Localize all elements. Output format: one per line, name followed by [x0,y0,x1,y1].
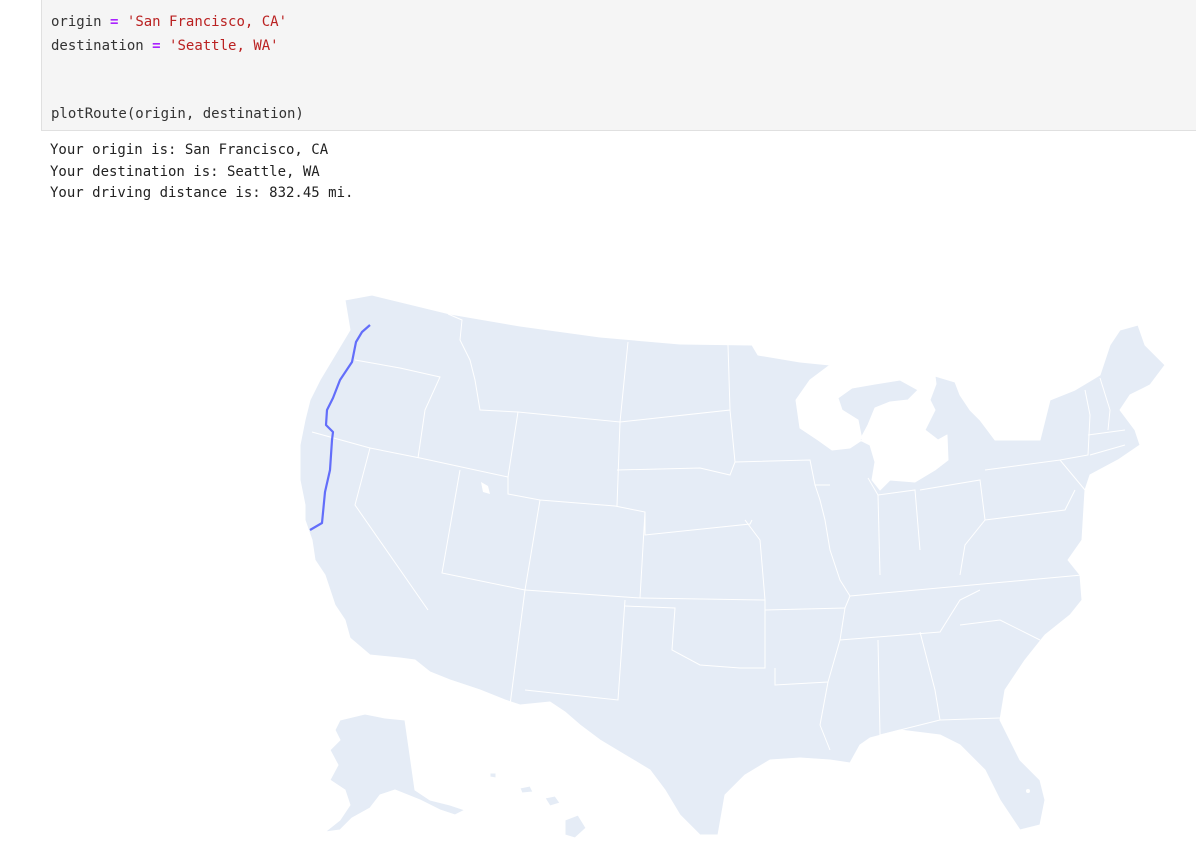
code-line-origin: origin = 'San Francisco, CA' [51,13,287,31]
code-string-destination: 'Seattle, WA' [169,38,279,54]
map-hawaii [489,772,587,839]
output-destination: Your destination is: Seattle, WA [50,163,320,180]
code-line-destination: destination = 'Seattle, WA' [51,37,279,55]
code-operator: = [152,38,161,54]
map-contiguous-us [299,294,1166,836]
code-line-plot-call: plotRoute(origin, destination) [51,106,304,122]
code-cell-input[interactable]: origin = 'San Francisco, CA' destination… [41,0,1196,131]
output-distance: Your driving distance is: 832.45 mi. [50,185,354,201]
state-borders [311,313,1126,751]
code-operator: = [110,14,119,30]
map-alaska [324,713,466,833]
route-line [309,324,371,531]
output-origin: Your origin is: San Francisco, CA [50,142,329,158]
code-string-origin: 'San Francisco, CA' [126,14,288,30]
code-var-origin: origin [51,14,102,30]
cell-output: Your origin is: San Francisco, CA Your d… [50,140,353,205]
water-features [481,482,1030,793]
code-var-destination: destination [51,38,144,54]
